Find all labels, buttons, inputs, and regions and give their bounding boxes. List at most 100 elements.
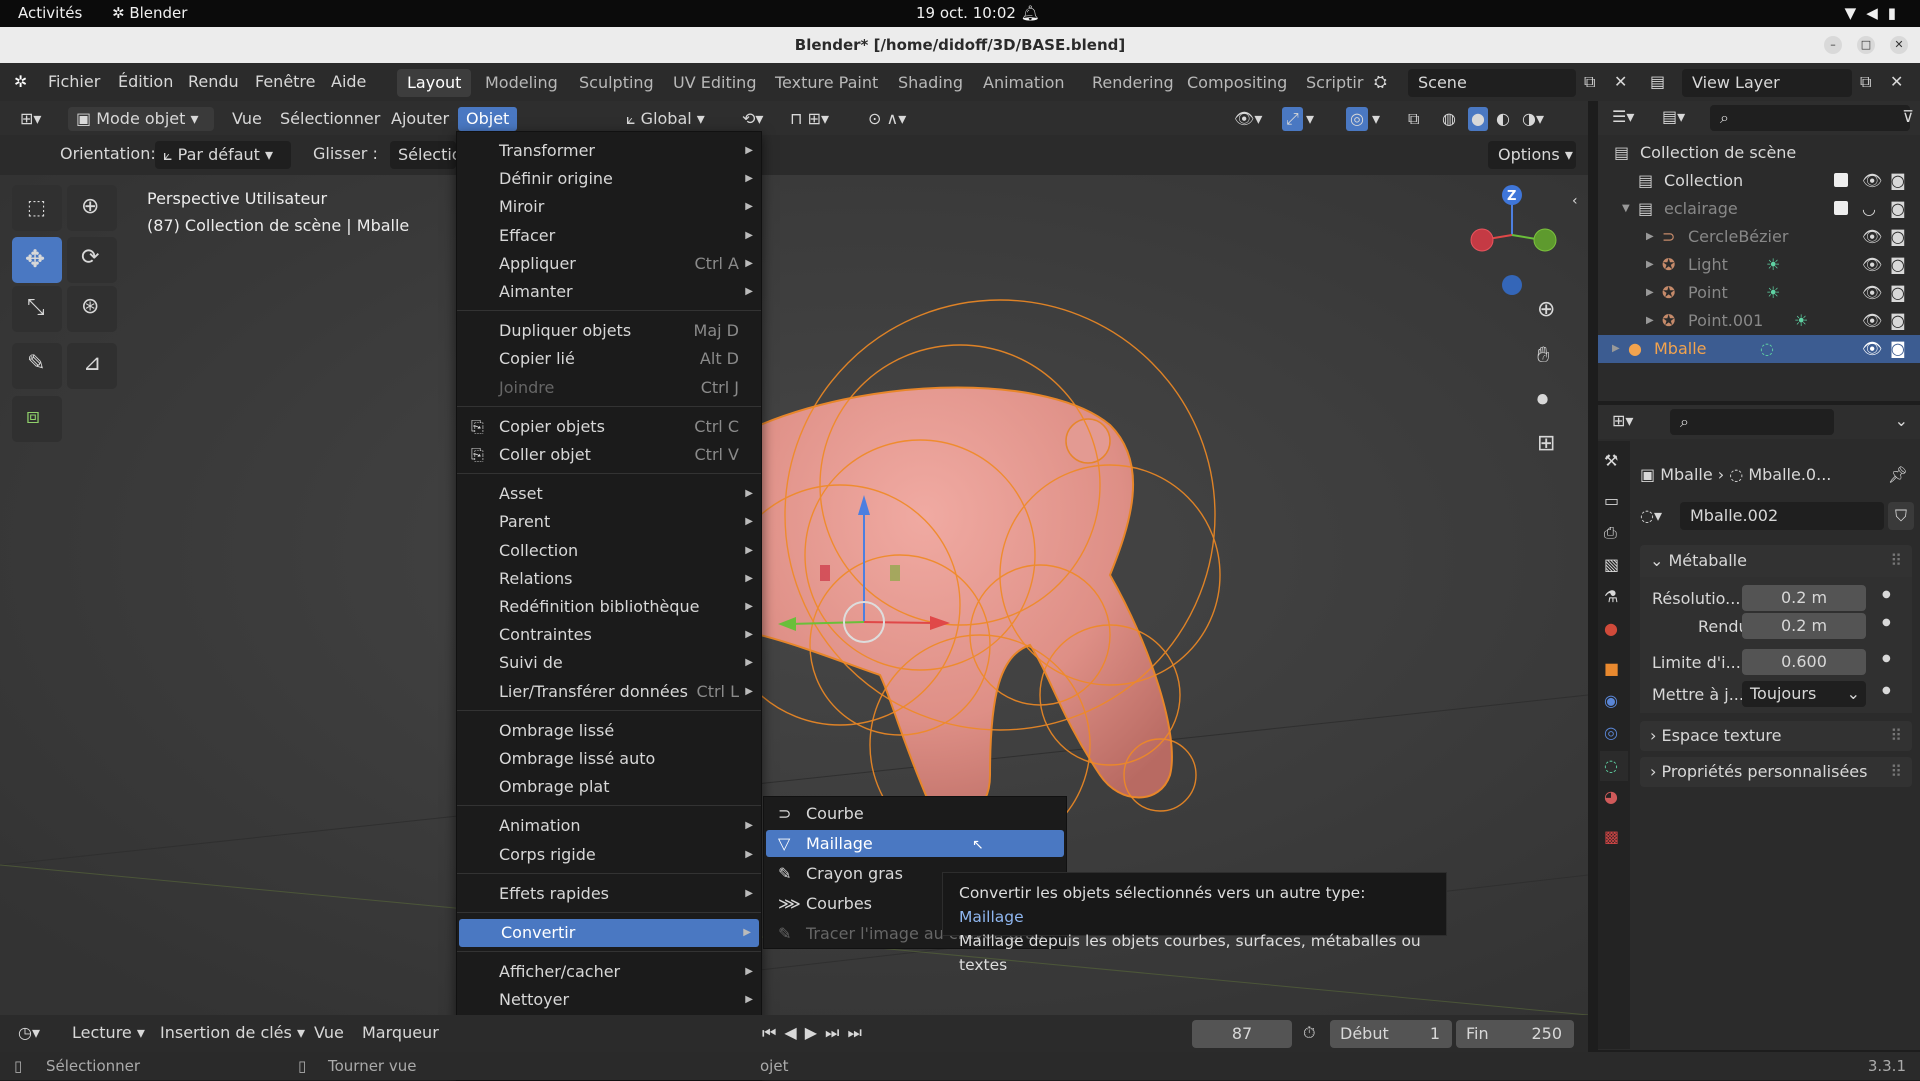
editor-type-icon[interactable]: ⊞▾ <box>20 107 41 131</box>
delete-scene-icon[interactable]: ✕ <box>1614 72 1627 91</box>
scale-tool[interactable]: ⤡ <box>12 286 62 332</box>
activities-button[interactable]: Activités <box>18 4 82 22</box>
jump-start-icon[interactable]: ⏮ <box>762 1023 784 1042</box>
keying-menu[interactable]: Insertion de clés ▾ <box>160 1023 305 1042</box>
pivot-icon[interactable]: ⟲▾ <box>742 107 763 131</box>
expand-right-icon[interactable]: ▶ <box>1646 307 1654 335</box>
objet-menu-item[interactable]: Copier lié Alt D <box>457 345 761 373</box>
play-icon[interactable]: ▶ <box>805 1023 825 1042</box>
objet-menu-item[interactable]: Nettoyer ▶ <box>457 986 761 1014</box>
pin-icon[interactable]: 📌︎ <box>1888 465 1908 484</box>
render-camera-icon[interactable]: ◙ <box>1890 195 1906 223</box>
marqueur-menu[interactable]: Marqueur <box>362 1023 439 1042</box>
add-cube-tool[interactable]: ⧈ <box>12 396 62 442</box>
visibility-eye-icon[interactable]: 👁︎ <box>1862 223 1882 251</box>
properties-search-input[interactable]: ⌕ <box>1670 409 1834 435</box>
output-tab-icon[interactable]: ⎙ <box>1604 523 1617 543</box>
texture-space-panel-header[interactable]: › Espace texture ⠿ <box>1640 721 1912 751</box>
editor-type-icon[interactable]: ☰▾ <box>1612 107 1634 126</box>
visibility-eye-icon[interactable]: 👁︎ <box>1862 307 1882 335</box>
overlay-toggle-icon[interactable]: ◎ <box>1346 107 1368 131</box>
mode-dropdown[interactable]: ▣ Mode objet ▾ <box>68 107 214 131</box>
outliner-row[interactable]: ▶ ⊃ CercleBézier 👁︎ ◙ <box>1598 223 1920 251</box>
view-layer-tab-icon[interactable]: ▧ <box>1604 555 1619 574</box>
outliner-row[interactable]: ▤ Collection 👁︎ ◙ <box>1598 167 1920 195</box>
outliner-search-input[interactable]: ⌕ <box>1710 105 1910 131</box>
measure-tool[interactable]: ⊿ <box>67 343 117 389</box>
pan-hand-icon[interactable]: ✋︎ <box>1537 343 1550 368</box>
current-frame-field[interactable]: 87 <box>1192 1020 1292 1048</box>
tab-modeling[interactable]: Modeling <box>475 69 568 97</box>
transform-tool[interactable]: ⊛ <box>67 286 117 332</box>
transform-orientation-dropdown[interactable]: ⟀ Global ▾ <box>626 107 705 131</box>
playback-controls[interactable]: ⏮◀▶⏭⏭ <box>762 1023 870 1043</box>
outliner-row[interactable]: ▶ ● Mballe ◌ 👁︎ ◙ <box>1598 335 1920 363</box>
menu-selectionner[interactable]: Sélectionner <box>280 107 380 131</box>
render-camera-icon[interactable]: ◙ <box>1890 251 1906 279</box>
objet-menu-item[interactable]: Miroir ▶ <box>457 193 761 221</box>
expand-right-icon[interactable]: ▶ <box>1646 251 1654 279</box>
filter-icon[interactable]: ⊽ <box>1902 107 1914 126</box>
checkbox[interactable] <box>1834 201 1848 215</box>
objet-menu-item[interactable]: Ombrage lissé <box>457 717 761 745</box>
scene-name-field[interactable]: Scene <box>1408 69 1576 97</box>
objet-menu-item[interactable]: Ombrage lissé auto <box>457 745 761 773</box>
orientation-dropdown[interactable]: ⟀ Par défaut ▾ <box>155 141 291 169</box>
new-scene-icon[interactable]: ⧉ <box>1584 72 1595 92</box>
tab-animation[interactable]: Animation <box>973 69 1075 97</box>
tab-scripting[interactable]: Scriptir <box>1296 69 1373 97</box>
visibility-icon[interactable]: 👁︎▾ <box>1234 107 1262 131</box>
editor-type-icon[interactable]: ◷▾ <box>18 1023 40 1042</box>
objet-menu-item[interactable]: Collection ▶ <box>457 537 761 565</box>
view-layer-field[interactable]: View Layer <box>1682 69 1852 97</box>
visibility-eye-icon[interactable]: 👁︎ <box>1862 167 1882 195</box>
objet-menu-item[interactable]: Parent ▶ <box>457 508 761 536</box>
material-tab-icon[interactable]: ◕ <box>1604 787 1618 806</box>
data-tab-icon[interactable]: ◌ <box>1600 751 1628 781</box>
options-chevron-icon[interactable]: ⌄ <box>1895 411 1908 430</box>
keyframe-dot-icon[interactable]: ● <box>1882 685 1891 696</box>
datablock-type-icon[interactable]: ◌▾ <box>1640 501 1666 531</box>
checkbox[interactable] <box>1834 173 1848 187</box>
menu-ajouter[interactable]: Ajouter <box>391 107 449 131</box>
new-view-layer-icon[interactable]: ⧉ <box>1860 72 1871 92</box>
objet-menu-item[interactable]: Suivi de ▶ <box>457 649 761 677</box>
convert-option[interactable]: ⊃ Courbe <box>766 800 1064 827</box>
datablock-name-field[interactable]: Mballe.002 <box>1680 502 1884 530</box>
gizmo-dropdown-icon[interactable]: ▾ <box>1306 107 1314 131</box>
system-tray[interactable]: ▼◀▮ <box>1845 4 1906 22</box>
stopwatch-icon[interactable]: ⏱ <box>1303 1023 1315 1043</box>
solid-shading-icon[interactable]: ● <box>1468 107 1488 131</box>
tab-rendering[interactable]: Rendering <box>1082 69 1184 97</box>
tab-layout[interactable]: Layout <box>397 69 472 97</box>
timeline-vue-menu[interactable]: Vue <box>314 1023 344 1042</box>
expand-down-icon[interactable]: ▼ <box>1622 195 1630 223</box>
render-camera-icon[interactable]: ◙ <box>1890 335 1906 363</box>
objet-menu-item[interactable]: Contraintes ▶ <box>457 621 761 649</box>
end-frame-field[interactable]: Fin 250 <box>1456 1020 1574 1048</box>
menu-fichier[interactable]: Fichier <box>48 72 100 91</box>
scene-selector-icon[interactable]: ⛭ <box>1374 72 1387 92</box>
menu-edition[interactable]: Édition <box>118 72 173 91</box>
objet-menu-item[interactable]: Redéfinition bibliothèque ▶ <box>457 593 761 621</box>
visibility-eye-icon[interactable]: 👁︎ <box>1862 251 1882 279</box>
expand-right-icon[interactable]: ▶ <box>1646 223 1654 251</box>
objet-menu-item[interactable]: Animation ▶ <box>457 812 761 840</box>
visibility-eye-icon[interactable]: 👁︎ <box>1862 335 1882 363</box>
visibility-eye-icon[interactable]: ◡ <box>1862 195 1876 223</box>
render-camera-icon[interactable]: ◙ <box>1890 167 1906 195</box>
resolution-field[interactable]: 0.2 m <box>1742 585 1866 611</box>
blender-logo-icon[interactable]: ✲ <box>14 72 27 91</box>
maximize-icon[interactable]: □ <box>1857 36 1875 54</box>
scene-tab-icon[interactable]: ⚗ <box>1604 587 1618 606</box>
keyframe-dot-icon[interactable]: ● <box>1882 589 1891 600</box>
minimize-icon[interactable]: – <box>1824 36 1842 54</box>
objet-menu-item[interactable]: Convertir ▶ <box>459 919 759 947</box>
app-menu[interactable]: ✲ Blender <box>112 4 187 22</box>
clock[interactable]: 19 oct. 10:02 🔔︎ <box>916 4 1040 22</box>
tab-texture-paint[interactable]: Texture Paint <box>765 69 888 97</box>
options-dropdown[interactable]: Options ▾ <box>1488 141 1576 169</box>
objet-menu-item[interactable]: ⎘ Coller objet Ctrl V <box>457 441 761 469</box>
physics-tab-icon[interactable]: ◎ <box>1604 723 1618 742</box>
outliner-row[interactable]: ▶ ✪ Point ☀ 👁︎ ◙ <box>1598 279 1920 307</box>
